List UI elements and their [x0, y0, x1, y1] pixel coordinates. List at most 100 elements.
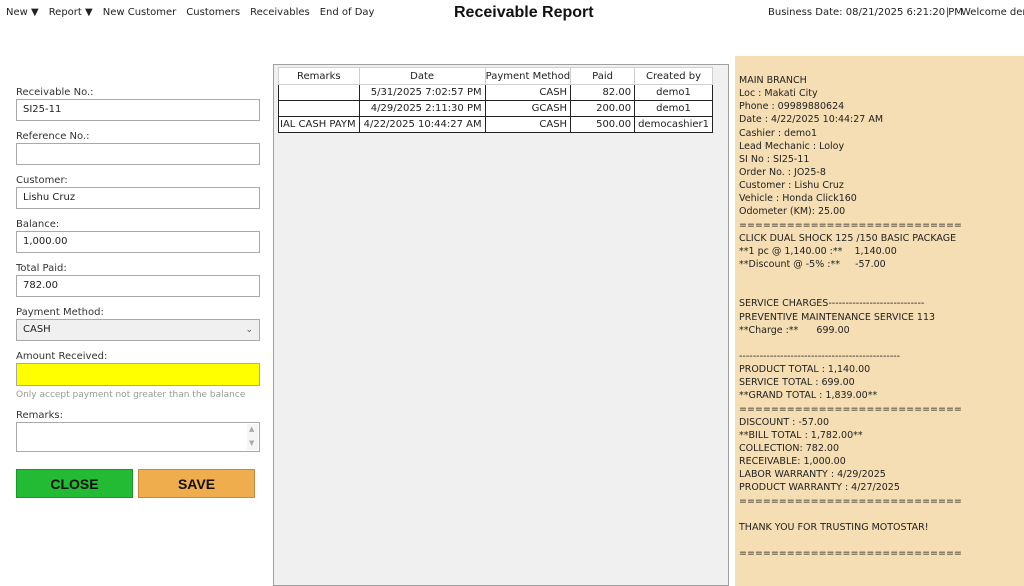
- column-header-payment-method[interactable]: Payment Method: [484, 67, 572, 85]
- cell-remarks: IAL CASH PAYM: [278, 116, 360, 133]
- receipt-line: [739, 508, 1024, 521]
- receipt-line: PRODUCT WARRANTY : 4/27/2025: [739, 482, 900, 494]
- receipt-line: Odometer (KM): 25.00: [739, 206, 846, 218]
- receipt-line: SERVICE TOTAL : 699.00: [739, 377, 855, 389]
- cell-payment-method: GCASH: [484, 100, 572, 117]
- remarks-field[interactable]: ▲ ▼: [16, 422, 260, 452]
- receipt-line: **Discount @ -5% :** -57.00: [739, 258, 886, 270]
- receipt-line: Phone : 09989880624: [739, 101, 845, 113]
- receipt-line: LABOR WARRANTY : 4/29/2025: [739, 469, 886, 481]
- total-paid-field[interactable]: 782.00: [16, 275, 260, 297]
- receipt-line: ----------------------------------------…: [739, 350, 901, 362]
- cell-paid: 82.00: [570, 84, 636, 101]
- cell-paid: 500.00: [570, 116, 636, 133]
- receipt-line: MAIN BRANCH: [739, 75, 807, 86]
- top-menu: New ▼ Report ▼ New Customer Customers Re…: [6, 7, 374, 18]
- scroll-down-icon[interactable]: ▼: [249, 439, 254, 447]
- cell-created-by: demo1: [634, 100, 714, 117]
- receivable-no-field[interactable]: SI25-11: [16, 99, 260, 121]
- business-date: Business Date: 08/21/2025 6:21:20 PM: [768, 7, 963, 18]
- receipt-line: PREVENTIVE MAINTENANCE SERVICE 113: [739, 311, 936, 323]
- cell-date: 4/29/2025 2:11:30 PM: [358, 100, 486, 117]
- header-separator: |: [946, 7, 950, 18]
- receipt-line: ============================: [739, 403, 962, 415]
- receipt-line: THANK YOU FOR TRUSTING MOTOSTAR!: [739, 521, 929, 533]
- cell-date: 5/31/2025 7:02:57 PM: [358, 84, 486, 101]
- cell-payment-method: CASH: [484, 116, 572, 133]
- customer-field[interactable]: Lishu Cruz: [16, 187, 260, 209]
- payment-method-label: Payment Method:: [16, 307, 104, 318]
- receipt-line: **1 pc @ 1,140.00 :** 1,140.00: [739, 245, 897, 257]
- receipt-line: [739, 534, 1024, 547]
- receivable-no-label: Receivable No.:: [16, 87, 94, 98]
- receipt-line: DISCOUNT : -57.00: [739, 416, 829, 428]
- menu-customers[interactable]: Customers: [186, 7, 240, 18]
- receipt-line: ============================: [739, 495, 962, 507]
- payments-table: Remarks Date Payment Method Paid Created…: [278, 67, 714, 133]
- receivable-form: Receivable No.: SI25-11 Reference No.: C…: [16, 86, 260, 452]
- column-header-remarks[interactable]: Remarks: [278, 67, 360, 85]
- cell-created-by: demo1: [634, 84, 714, 101]
- cell-created-by: democashier1: [634, 116, 714, 133]
- receipt-line: [739, 337, 1024, 350]
- menu-end-of-day[interactable]: End of Day: [320, 7, 375, 18]
- receipt-panel: MAIN BRANCH Loc : Makati City Phone : 09…: [735, 56, 1024, 586]
- cell-payment-method: CASH: [484, 84, 572, 101]
- amount-received-label: Amount Received:: [16, 351, 108, 362]
- table-header-row: Remarks Date Payment Method Paid Created…: [278, 67, 714, 85]
- receipt-line: [739, 284, 1024, 297]
- cell-paid: 200.00: [570, 100, 636, 117]
- receipt-line: Cashier : demo1: [739, 127, 818, 139]
- column-header-paid[interactable]: Paid: [570, 67, 636, 85]
- column-header-date[interactable]: Date: [358, 67, 486, 85]
- menu-new[interactable]: New ▼: [6, 7, 39, 18]
- save-button[interactable]: SAVE: [138, 469, 255, 498]
- receipt-line: RECEIVABLE: 1,000.00: [739, 456, 846, 468]
- receipt-line: Vehicle : Honda Click160: [739, 193, 857, 205]
- receipt-line: **BILL TOTAL : 1,782.00**: [739, 429, 863, 441]
- receipt-line: Lead Mechanic : Loloy: [739, 140, 845, 152]
- receipt-line: ============================: [739, 548, 962, 560]
- receipt-line: ============================: [739, 219, 962, 231]
- receipt-line: Loc : Makati City: [739, 88, 818, 100]
- cell-remarks: [278, 100, 360, 117]
- cell-remarks: [278, 84, 360, 101]
- payments-grid: Remarks Date Payment Method Paid Created…: [273, 64, 729, 586]
- menu-new-customer[interactable]: New Customer: [103, 7, 177, 18]
- column-header-created-by[interactable]: Created by: [634, 67, 714, 85]
- table-row[interactable]: 4/29/2025 2:11:30 PM GCASH 200.00 demo1: [278, 100, 714, 117]
- cell-date: 4/22/2025 10:44:27 AM: [358, 116, 486, 133]
- welcome-user: Welcome demo1: [961, 7, 1024, 18]
- reference-no-label: Reference No.:: [16, 131, 90, 142]
- table-row[interactable]: 5/31/2025 7:02:57 PM CASH 82.00 demo1: [278, 84, 714, 101]
- balance-field[interactable]: 1,000.00: [16, 231, 260, 253]
- balance-label: Balance:: [16, 219, 60, 230]
- receipt-line: CLICK DUAL SHOCK 125 /150 BASIC PACKAGE: [739, 232, 957, 244]
- menu-report[interactable]: Report ▼: [49, 7, 93, 18]
- receipt-line: **Charge :** 699.00: [739, 324, 850, 336]
- reference-no-field[interactable]: [16, 143, 260, 165]
- remarks-scrollbar[interactable]: ▲ ▼: [247, 424, 258, 450]
- table-row[interactable]: IAL CASH PAYM 4/22/2025 10:44:27 AM CASH…: [278, 116, 714, 133]
- receipt-line: Order No. : JO25-8: [739, 166, 826, 178]
- page-title: Receivable Report: [454, 4, 594, 21]
- receipt-line: SI No : SI25-11: [739, 153, 810, 165]
- scroll-up-icon[interactable]: ▲: [249, 425, 254, 433]
- menu-receivables[interactable]: Receivables: [250, 7, 310, 18]
- receipt-line: PRODUCT TOTAL : 1,140.00: [739, 364, 871, 376]
- close-button[interactable]: CLOSE: [16, 469, 133, 498]
- payment-method-select[interactable]: CASH ⌄: [16, 319, 260, 341]
- receipt-line: Customer : Lishu Cruz: [739, 180, 844, 192]
- remarks-label: Remarks:: [16, 410, 64, 421]
- receipt-line: COLLECTION: 782.00: [739, 442, 839, 454]
- receipt-line: [739, 271, 1024, 284]
- chevron-down-icon: ⌄: [245, 325, 253, 335]
- receipt-line: **GRAND TOTAL : 1,839.00**: [739, 390, 878, 402]
- receipt-line: Date : 4/22/2025 10:44:27 AM: [739, 114, 884, 126]
- total-paid-label: Total Paid:: [16, 263, 67, 274]
- receipt-line: SERVICE CHARGES-------------------------…: [739, 298, 925, 310]
- amount-hint: Only accept payment not greater than the…: [16, 390, 246, 400]
- customer-label: Customer:: [16, 175, 68, 186]
- payment-method-value: CASH: [23, 324, 51, 335]
- amount-received-field[interactable]: [16, 363, 260, 386]
